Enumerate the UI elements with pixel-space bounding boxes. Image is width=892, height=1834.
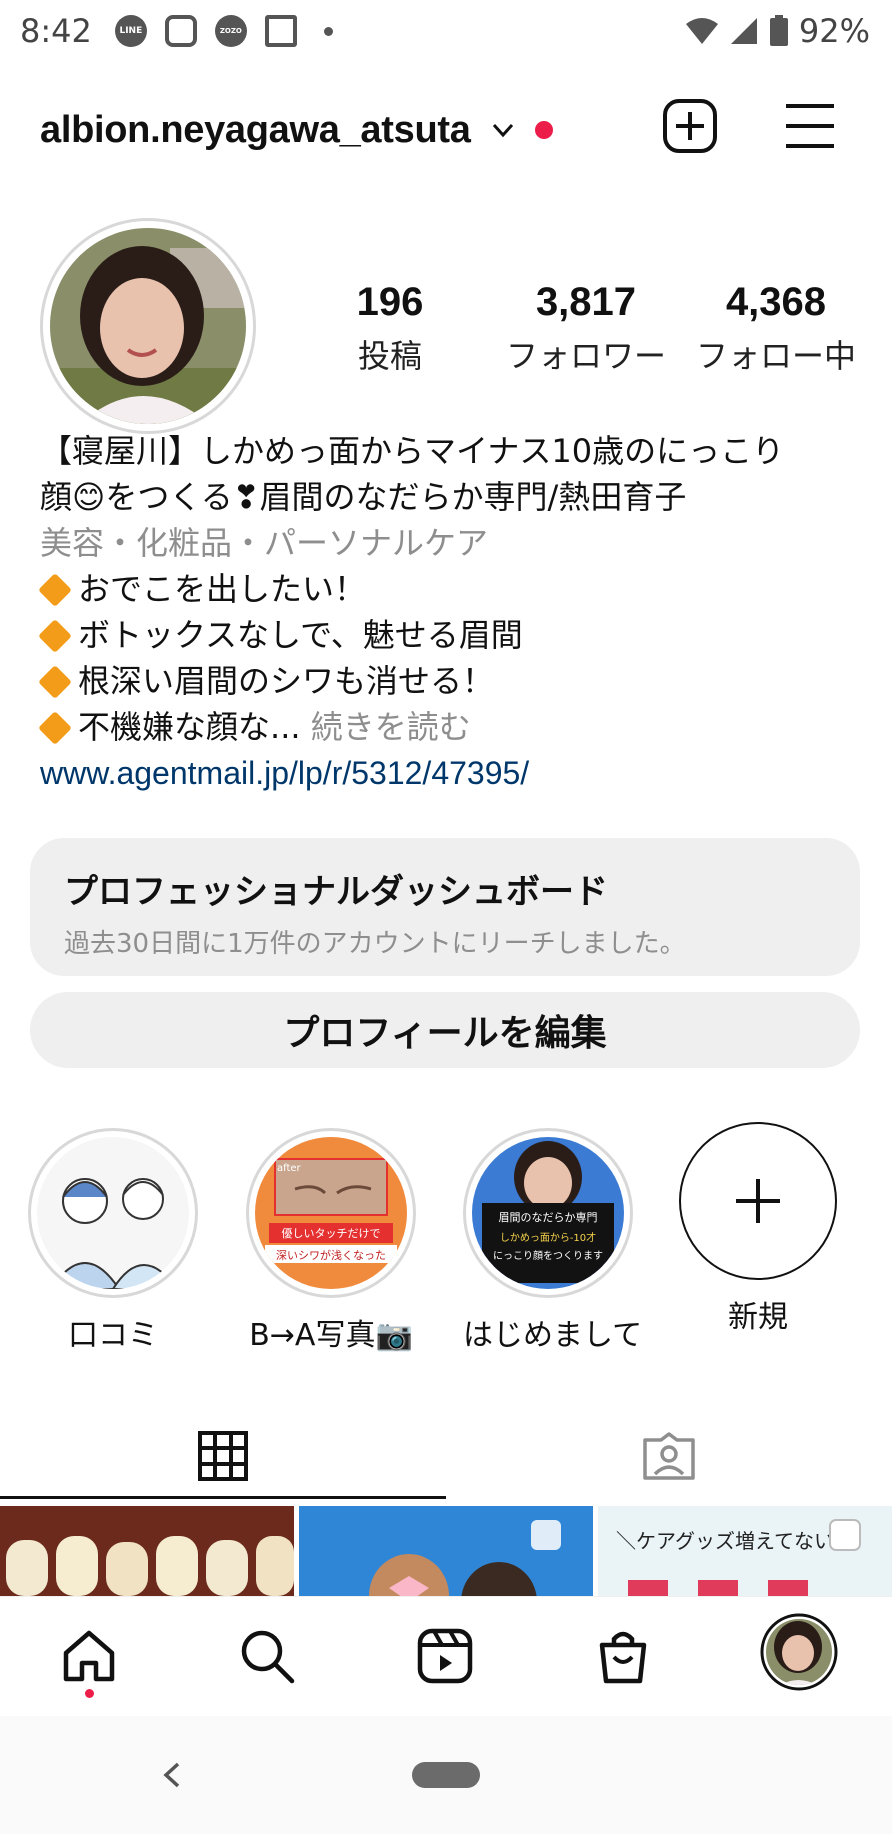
posts-grid: ＼ケアグッズ増えてない [0,1506,892,1596]
shop-icon [599,1631,647,1684]
highlight-label: 口コミ [68,1318,158,1353]
profile-stats: 196 投稿 3,817 フォロワー 4,368 フォロー中 [330,280,870,377]
dashboard-subtitle: 過去30日間に1万件のアカウントにリーチしました。 [64,929,686,959]
plus-icon [736,1179,780,1223]
stat-following-value: 4,368 [725,280,827,324]
orange-diamond-icon [38,573,72,607]
highlight-ring [28,1128,198,1298]
menu-icon[interactable] [782,98,838,154]
b2a-caption-1: 優しいタッチだけで [282,1227,381,1240]
bottom-navigation [0,1596,892,1716]
familymart-app-icon [264,15,297,47]
new-post-icon[interactable] [662,98,718,154]
line-app-icon: LINE [114,15,147,47]
nav-reels[interactable] [410,1621,480,1691]
highlight-ring: 眉間のなだらか専門 しかめっ面から-10才 にっこり顔をつくります [463,1128,633,1298]
bio-name-line-2: 顔😊をつくる❣眉間のなだらか専門/熱田育子 [40,478,687,516]
highlight-before-after[interactable]: after 優しいタッチだけで 深いシワが浅くなった B→A写真📷 [246,1128,416,1354]
highlight-reviews-cover [37,1137,189,1289]
edit-profile-button[interactable]: プロフィールを編集 [30,992,860,1068]
stat-posts[interactable]: 196 投稿 [330,280,450,377]
home-gesture-pill[interactable] [412,1762,480,1788]
bio-point: おでこを出したい！ [38,566,860,612]
highlight-introduction[interactable]: 眉間のなだらか専門 しかめっ面から-10才 にっこり顔をつくります はじめまして [463,1128,643,1354]
stat-followers[interactable]: 3,817 フォロワー [486,280,686,377]
battery-icon [769,15,788,46]
bio-website-link[interactable]: www.agentmail.jp/lp/r/5312/47395/ [40,750,860,796]
active-tab-indicator [0,1496,446,1499]
orange-diamond-icon [38,711,72,745]
stat-followers-label: フォロワー [505,337,666,375]
bio-point-truncated: 不機嫌な顔な... 続きを読む [38,704,860,750]
post-3-text: ＼ケアグッズ増えてない [616,1529,834,1553]
back-icon[interactable] [158,1760,186,1790]
profile-bio: 【寝屋川】しかめっ面からマイナス10歳のにっこり 顔😊をつくる❣眉間のなだらか専… [38,428,860,796]
orange-diamond-icon [38,619,72,653]
stat-following[interactable]: 4,368 フォロー中 [686,280,866,377]
highlight-reviews[interactable]: 口コミ [28,1128,198,1354]
username-switcher[interactable]: albion.neyagawa_atsuta [40,109,471,152]
nav-profile[interactable] [760,1613,838,1691]
intro-line-1: しかめっ面から-10才 [500,1231,596,1244]
highlight-introduction-cover: 眉間のなだらか専門 しかめっ面から-10才 にっこり顔をつくります [472,1137,624,1289]
profile-avatar[interactable] [50,228,246,424]
stat-following-label: フォロー中 [695,337,856,375]
dashboard-title: プロフェッショナルダッシュボード [64,872,608,912]
home-icon [63,1630,115,1682]
orange-diamond-icon [38,665,72,699]
status-bar: 8:42 LINE ZOZO 92% [0,0,892,62]
post-thumbnail[interactable] [0,1506,294,1596]
grid-icon [198,1431,248,1481]
intro-title: 眉間のなだらか専門 [499,1211,598,1224]
wifi-icon [685,18,718,44]
post-thumbnail[interactable]: ＼ケアグッズ増えてない [598,1506,892,1596]
nav-home[interactable] [54,1621,124,1691]
bio-point: 根深い眉間のシワも消せる！ [38,658,860,704]
zozotown-app-icon: ZOZO [214,15,247,47]
tagged-icon [643,1432,695,1480]
new-highlight-button[interactable] [679,1122,837,1280]
battery-percent: 92% [798,12,870,50]
more-notifications-dot [323,26,333,36]
bio-ellipsis: ... [270,708,301,746]
tab-posts-grid[interactable] [0,1410,446,1502]
stat-posts-label: 投稿 [357,337,422,375]
signal-icon [730,18,757,44]
nav-shop[interactable] [588,1621,658,1691]
reels-icon [417,1628,473,1684]
home-activity-dot [85,1689,94,1698]
instagram-icon [164,15,197,47]
post-thumbnail[interactable] [299,1506,593,1596]
after-tag: after [277,1163,302,1174]
system-navigation-bar [0,1716,892,1834]
intro-line-2: にっこり顔をつくります [493,1249,603,1262]
highlight-new[interactable]: 新規 [673,1122,843,1336]
chevron-down-icon[interactable] [489,116,517,144]
bio-read-more-link[interactable]: 続きを読む [311,708,471,746]
tab-tagged[interactable] [446,1410,892,1502]
professional-dashboard-card[interactable]: プロフェッショナルダッシュボード 過去30日間に1万件のアカウントにリーチしまし… [30,838,860,976]
highlight-before-after-cover: after 優しいタッチだけで 深いシワが浅くなった [255,1137,407,1289]
highlight-label: 新規 [728,1300,788,1335]
highlight-ring: after 優しいタッチだけで 深いシワが浅くなった [246,1128,416,1298]
stat-posts-value: 196 [356,280,424,324]
profile-tabs [0,1410,892,1502]
profile-avatar-ring[interactable] [40,218,256,434]
b2a-caption-2: 深いシワが浅くなった [276,1248,386,1262]
highlight-label: B→A写真📷 [249,1318,413,1353]
search-icon [241,1630,295,1684]
notification-dot [534,121,553,139]
profile-avatar [760,1613,838,1691]
stat-followers-value: 3,817 [535,280,637,324]
bio-name-line-1: 【寝屋川】しかめっ面からマイナス10歳のにっこり [40,432,785,470]
bio-point: ボトックスなしで、魅せる眉間 [38,612,860,658]
status-time: 8:42 [20,12,92,50]
bio-category: 美容・化粧品・パーソナルケア [40,524,489,562]
profile-header: albion.neyagawa_atsuta [40,90,860,170]
nav-search[interactable] [232,1621,302,1691]
highlight-label: はじめまして [463,1318,643,1353]
